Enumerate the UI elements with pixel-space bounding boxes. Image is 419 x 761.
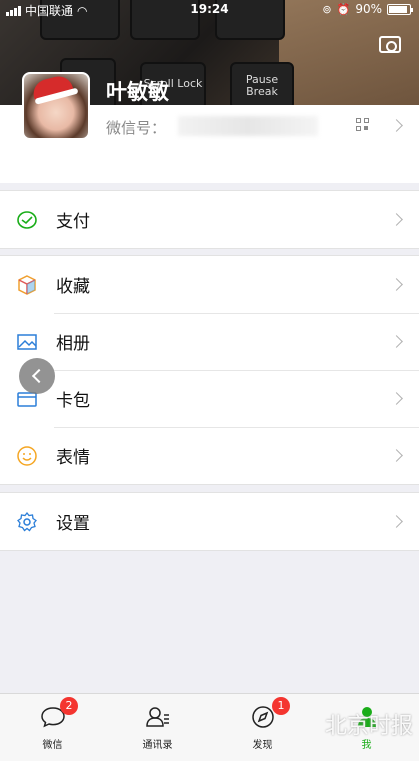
menu-group-pay: 支付 [0, 190, 419, 249]
gear-icon [17, 511, 37, 532]
menu-label: 表情 [56, 448, 90, 468]
image-icon [17, 334, 37, 350]
status-bar: 中国联通 ◠ 19:24 ⊚ ⏰ 90% [0, 0, 419, 20]
menu-label: 卡包 [56, 391, 90, 411]
chevron-right-icon [390, 392, 403, 405]
menu-label: 支付 [56, 212, 90, 232]
menu-item-settings[interactable]: 设置 [0, 493, 419, 550]
menu-item-stickers[interactable]: 表情 [0, 427, 419, 484]
cover-key-pause: Pause Break [230, 62, 294, 110]
menu-item-favorites[interactable]: 收藏 [0, 256, 419, 313]
chevron-right-icon [390, 213, 403, 226]
menu-label: 收藏 [56, 277, 90, 297]
menu-label: 相册 [56, 334, 90, 354]
rotation-lock-icon: ⊚ [322, 2, 332, 16]
unread-badge: 2 [60, 697, 78, 715]
wechat-id-redacted [178, 116, 318, 136]
wechat-id-label: 微信号： [106, 119, 167, 137]
tab-label: 微信 [42, 740, 63, 751]
qr-code-icon[interactable] [356, 118, 370, 132]
menu-group-settings: 设置 [0, 492, 419, 551]
battery-icon [387, 3, 413, 15]
battery-percent: 90% [355, 2, 382, 16]
avatar[interactable] [22, 72, 90, 140]
tab-label: 发现 [252, 740, 273, 751]
chevron-right-icon [390, 515, 403, 528]
smile-icon [17, 446, 37, 466]
alarm-icon: ⏰ [336, 2, 351, 16]
tab-label: 通讯录 [142, 740, 173, 751]
floating-back-button[interactable] [19, 358, 55, 394]
menu-item-cards[interactable]: 卡包 [0, 370, 419, 427]
menu-group-content: 收藏 相册 卡包 表情 [0, 255, 419, 485]
menu-item-album[interactable]: 相册 [0, 313, 419, 370]
wallet-icon [17, 211, 37, 229]
menu-label: 设置 [56, 514, 90, 534]
profile-name: 叶敏敏 [106, 80, 169, 104]
cube-icon [18, 275, 36, 295]
menu-item-pay[interactable]: 支付 [0, 191, 419, 248]
chevron-right-icon [390, 278, 403, 291]
tab-chats[interactable]: 2 微信 [0, 694, 105, 761]
tab-contacts[interactable]: 通讯录 [105, 694, 210, 761]
unread-badge: 1 [272, 697, 290, 715]
contacts-icon [145, 707, 169, 727]
chevron-right-icon [390, 449, 403, 462]
camera-icon[interactable] [379, 36, 401, 53]
chevron-right-icon [390, 335, 403, 348]
watermark: 北京时报 [324, 714, 413, 739]
tab-discover[interactable]: 1 发现 [210, 694, 315, 761]
